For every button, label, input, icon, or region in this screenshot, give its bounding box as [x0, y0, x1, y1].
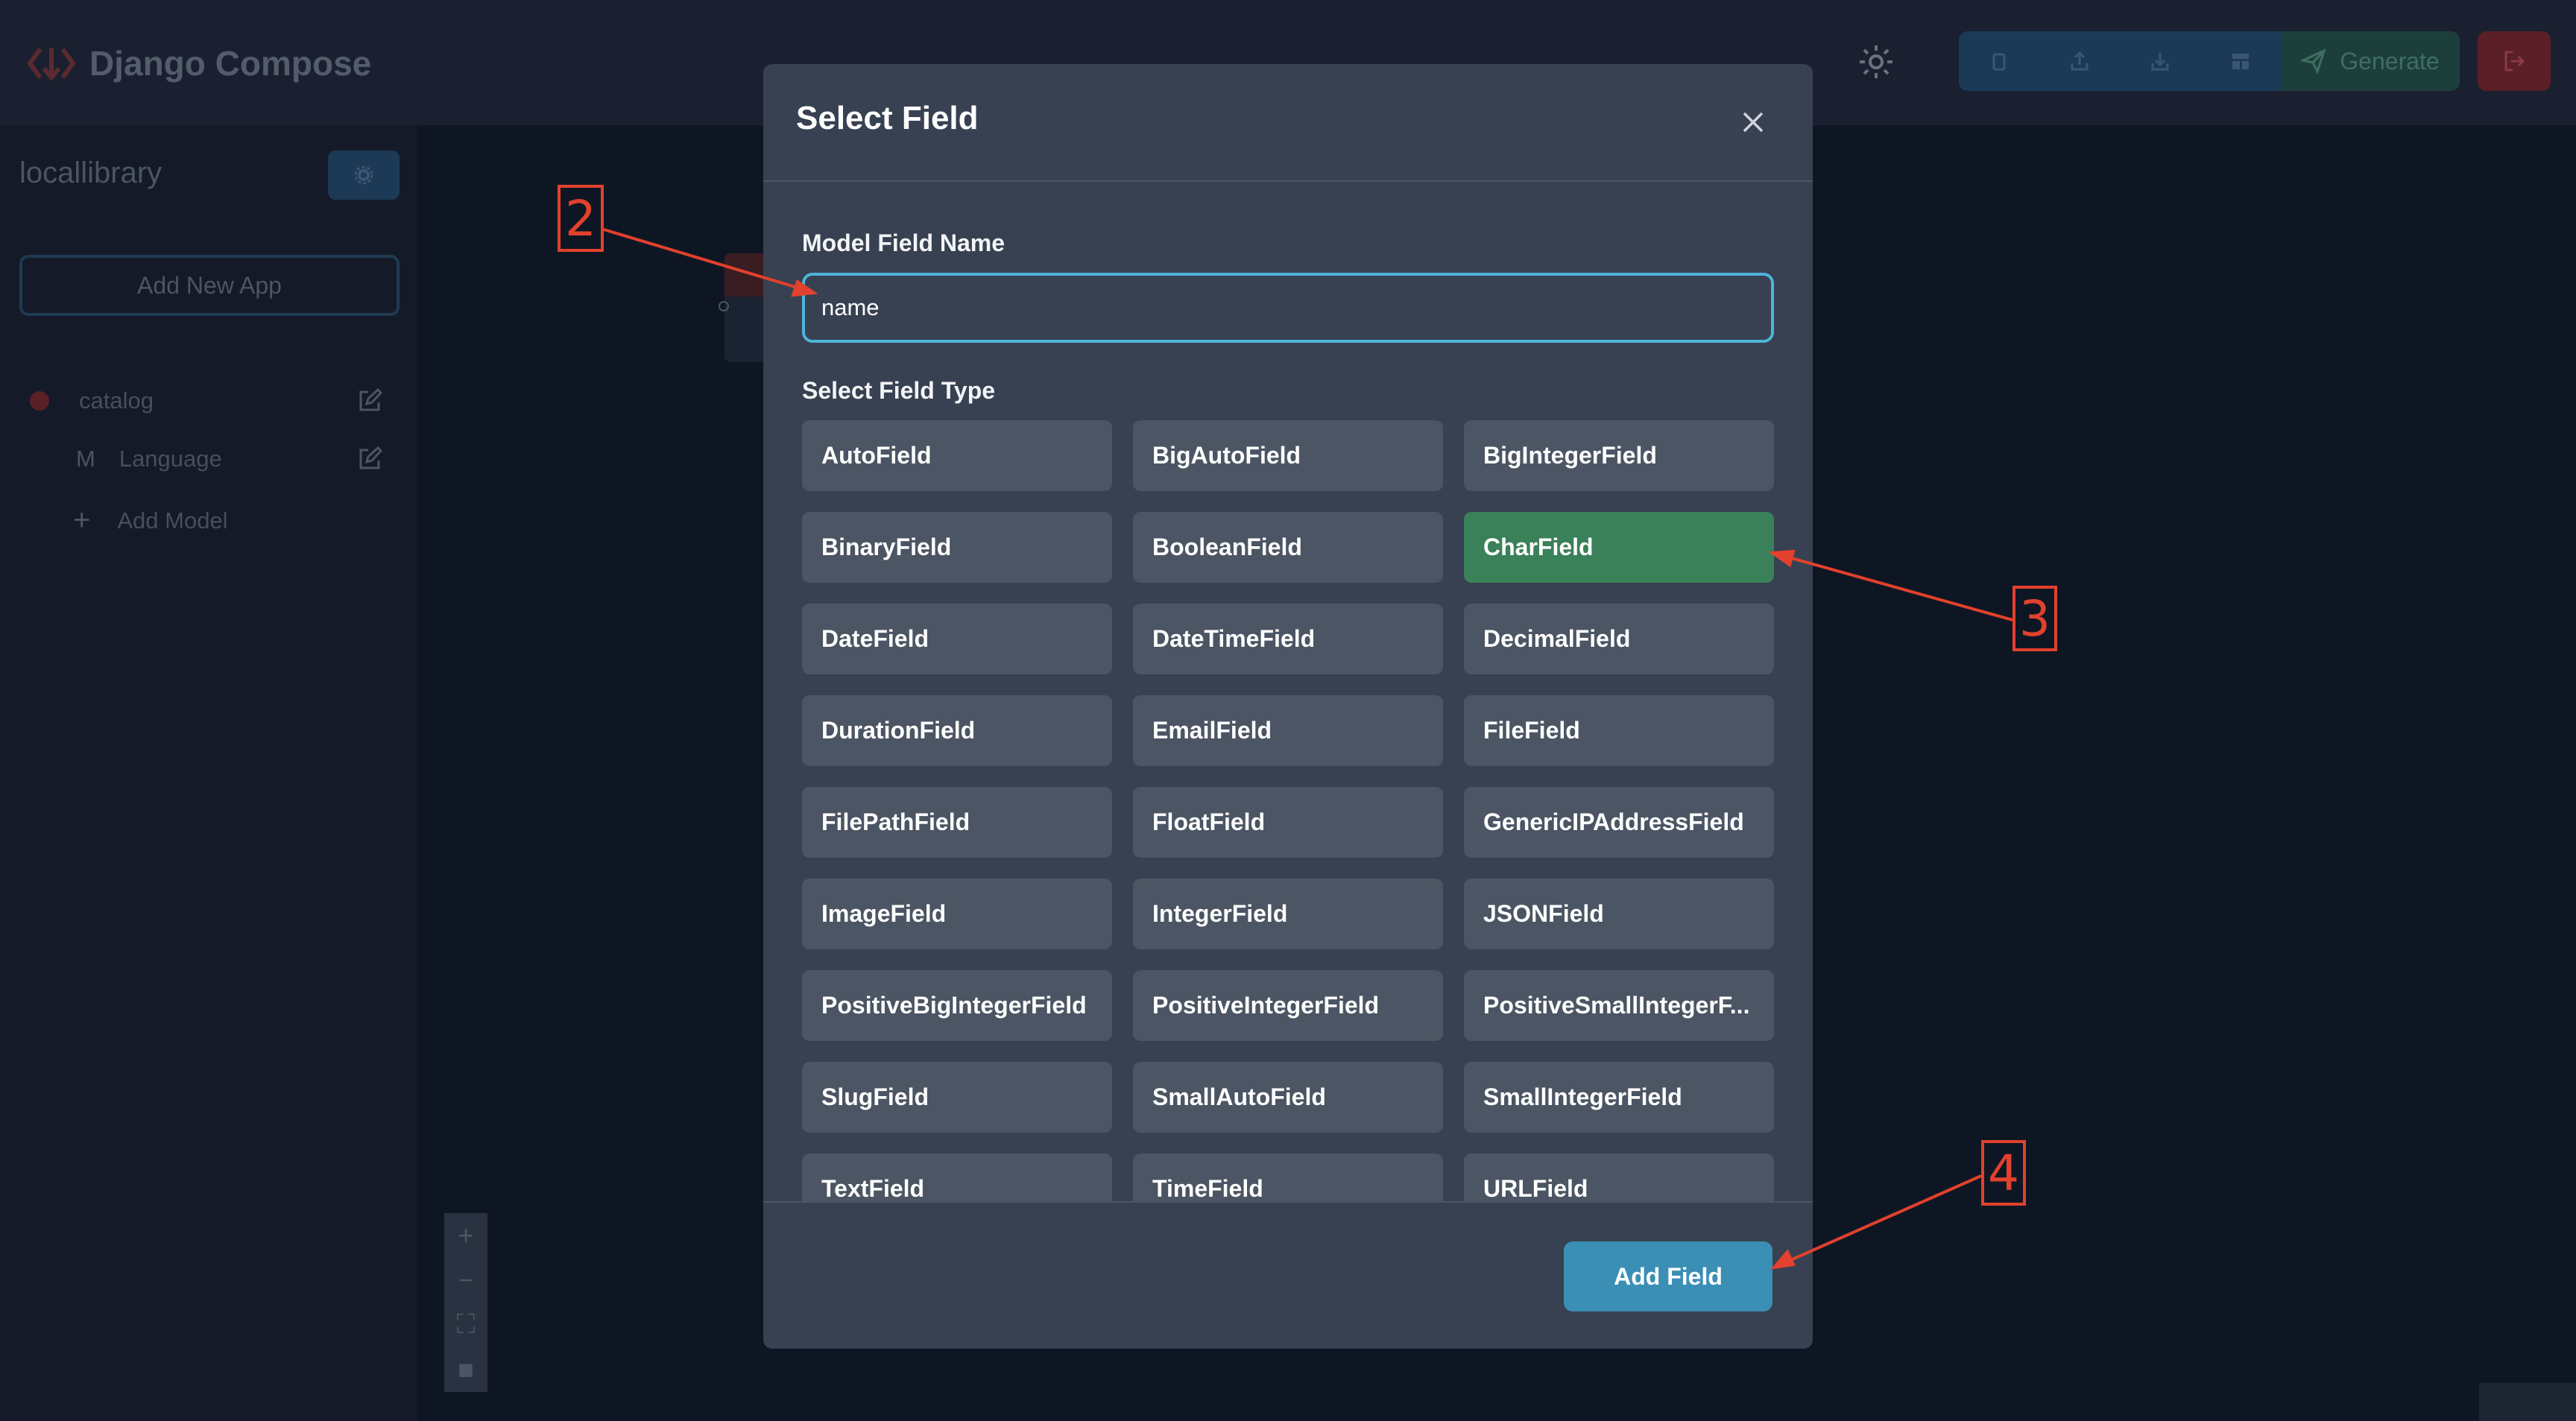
field-name-label: Model Field Name [802, 230, 1006, 256]
sun-icon[interactable] [1857, 43, 1895, 80]
send-icon [2301, 48, 2326, 74]
zoom-controls: + − ⛶ ■ [444, 1213, 487, 1392]
field-type-option[interactable]: URLField [1464, 1153, 1774, 1201]
zoom-in-icon[interactable]: + [458, 1220, 473, 1251]
field-type-option[interactable]: ImageField [802, 879, 1112, 949]
edit-icon[interactable] [356, 387, 383, 414]
sidebar: locallibrary Add New App catalog M Langu… [0, 125, 417, 1421]
field-type-option[interactable]: FloatField [1133, 787, 1443, 858]
field-type-option[interactable]: SmallIntegerField [1464, 1062, 1774, 1133]
field-type-option[interactable]: SlugField [802, 1062, 1112, 1133]
field-type-option[interactable]: PositiveBigIntegerField [802, 970, 1112, 1041]
attribution-badge [2479, 1383, 2576, 1421]
logout-button[interactable] [2478, 31, 2551, 91]
model-node[interactable] [724, 253, 769, 362]
layout-button[interactable] [2200, 31, 2281, 91]
app-item-catalog[interactable]: catalog [30, 387, 383, 414]
field-type-option[interactable]: BooleanField [1133, 512, 1443, 583]
field-type-option[interactable]: CharField [1464, 512, 1774, 583]
field-type-option[interactable]: TextField [802, 1153, 1112, 1201]
field-type-option[interactable]: SmallAutoField [1133, 1062, 1443, 1133]
edit-icon[interactable] [356, 446, 383, 472]
field-type-option[interactable]: PositiveSmallIntegerF... [1464, 970, 1774, 1041]
model-letter: M [76, 446, 95, 472]
logout-icon [2504, 51, 2525, 72]
annotation-label-4: 4 [1981, 1140, 2026, 1206]
annotation-label-2: 2 [558, 185, 604, 252]
add-field-button[interactable]: Add Field [1564, 1241, 1772, 1311]
import-button[interactable] [2120, 31, 2200, 91]
project-settings-button[interactable] [328, 151, 400, 200]
gear-icon [354, 165, 373, 185]
code-arrows-icon [27, 48, 76, 81]
field-type-option[interactable]: BigIntegerField [1464, 420, 1774, 491]
field-type-option[interactable]: AutoField [802, 420, 1112, 491]
field-type-option[interactable]: EmailField [1133, 695, 1443, 766]
fit-view-icon[interactable]: ⛶ [456, 1308, 475, 1341]
plus-icon: + [73, 504, 91, 537]
field-type-option[interactable]: DurationField [802, 695, 1112, 766]
modal-title: Select Field [796, 100, 979, 136]
zoom-out-icon[interactable]: − [458, 1265, 473, 1296]
node-handle[interactable] [719, 301, 729, 311]
app-status-dot [30, 391, 49, 411]
field-name-input[interactable] [802, 273, 1774, 343]
add-model-label: Add Model [117, 507, 228, 534]
close-button[interactable] [1735, 104, 1771, 140]
field-type-option[interactable]: IntegerField [1133, 879, 1443, 949]
project-name: locallibrary [19, 156, 162, 189]
export-icon [2071, 51, 2089, 71]
field-type-grid: AutoField BigAutoField BigIntegerField Bina… [802, 420, 1775, 1201]
layout-icon [2232, 54, 2249, 69]
close-icon [1743, 112, 1764, 133]
model-name-label: Language [119, 446, 222, 472]
field-type-option[interactable]: JSONField [1464, 879, 1774, 949]
app-logo: Django Compose [27, 39, 371, 88]
field-type-option[interactable]: PositiveIntegerField [1133, 970, 1443, 1041]
field-type-option[interactable]: DateTimeField [1133, 604, 1443, 674]
field-type-option[interactable]: DecimalField [1464, 604, 1774, 674]
generate-label: Generate [2340, 47, 2440, 75]
export-button[interactable] [2039, 31, 2120, 91]
select-field-modal: Select Field Model Field Name Select Fie… [763, 64, 1813, 1349]
import-icon [2151, 53, 2169, 71]
lock-icon[interactable]: ■ [458, 1354, 474, 1385]
modal-footer: Add Field [763, 1201, 1813, 1349]
app-name: Django Compose [89, 44, 372, 83]
model-item-language[interactable]: M Language [30, 446, 383, 472]
add-model-button[interactable]: + Add Model [30, 504, 373, 537]
modal-header: Select Field [763, 64, 1813, 182]
trash-icon [1992, 53, 2006, 71]
field-type-option[interactable]: BigAutoField [1133, 420, 1443, 491]
field-type-option[interactable]: BinaryField [802, 512, 1112, 583]
annotation-label-3: 3 [2012, 586, 2057, 651]
field-type-option[interactable]: TimeField [1133, 1153, 1443, 1201]
field-type-label: Select Field Type [802, 377, 996, 404]
field-type-list[interactable]: AutoField BigAutoField BigIntegerField Bina… [802, 420, 1775, 1201]
field-type-option[interactable]: DateField [802, 604, 1112, 674]
field-type-option[interactable]: FilePathField [802, 787, 1112, 858]
add-new-app-button[interactable]: Add New App [19, 255, 400, 316]
field-type-option[interactable]: GenericIPAddressField [1464, 787, 1774, 858]
toolbar: Generate [1959, 31, 2460, 91]
delete-button[interactable] [1959, 31, 2039, 91]
app-name-label: catalog [79, 387, 154, 414]
generate-button[interactable]: Generate [2281, 31, 2460, 91]
field-type-option[interactable]: FileField [1464, 695, 1774, 766]
